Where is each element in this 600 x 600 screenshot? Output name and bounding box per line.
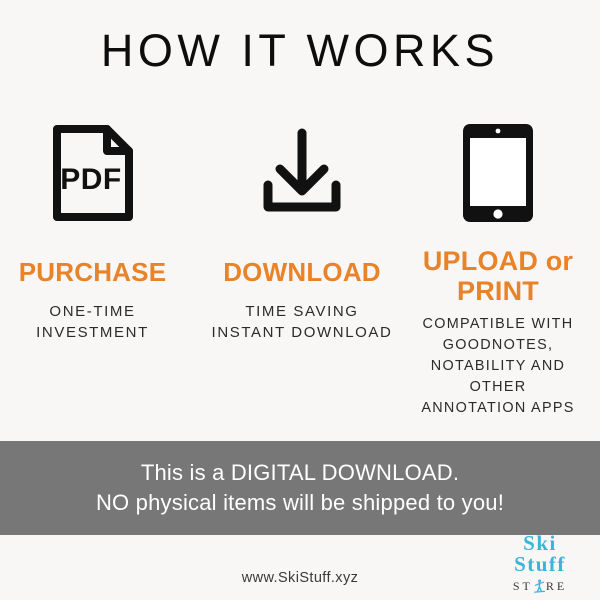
step-heading-download: DOWNLOAD	[223, 257, 381, 287]
logo-store-prefix: ST	[512, 578, 533, 593]
step-description-upload-print: COMPATIBLE WITH GOODNOTES, NOTABILITY AN…	[421, 316, 575, 416]
steps-row: PDF PURCHASE ONE-TIME INVESTMENT DOWNLOA…	[0, 118, 600, 428]
pdf-icon-label: PDF	[60, 163, 122, 196]
banner-line-2: NO physical items will be shipped to you…	[95, 490, 505, 515]
tablet-icon	[396, 118, 600, 228]
step-description-download: TIME SAVING INSTANT DOWNLOAD	[211, 303, 393, 342]
step-heading-purchase: PURCHASE	[18, 257, 167, 287]
banner-line-1: This is a DIGITAL DOWNLOAD.	[140, 460, 460, 486]
digital-download-banner: This is a DIGITAL DOWNLOAD. NO physical …	[0, 441, 600, 535]
page-title: HOW IT WORKS	[100, 25, 500, 76]
download-icon	[202, 118, 402, 228]
skier-icon	[533, 579, 545, 593]
step-column-purchase: PDF PURCHASE ONE-TIME INVESTMENT	[10, 118, 175, 344]
brand-logo: Ski Stuff ST RE	[488, 533, 592, 594]
step-description-purchase: ONE-TIME INVESTMENT	[36, 303, 149, 342]
logo-store-word: ST RE	[488, 578, 592, 594]
step-column-upload-print: UPLOAD or PRINT COMPATIBLE WITH GOODNOTE…	[396, 118, 600, 419]
step-heading-upload-print: UPLOAD or PRINT	[422, 246, 574, 307]
pdf-file-icon: PDF	[10, 118, 175, 228]
poster-canvas: HOW IT WORKS PDF PURCHASE ONE-TIME INVES…	[0, 0, 600, 600]
logo-line-stuff: Stuff	[514, 551, 566, 576]
logo-store-suffix: RE	[545, 578, 568, 593]
step-column-download: DOWNLOAD TIME SAVING INSTANT DOWNLOAD	[202, 118, 402, 344]
logo-line-ski: Ski	[523, 531, 557, 555]
